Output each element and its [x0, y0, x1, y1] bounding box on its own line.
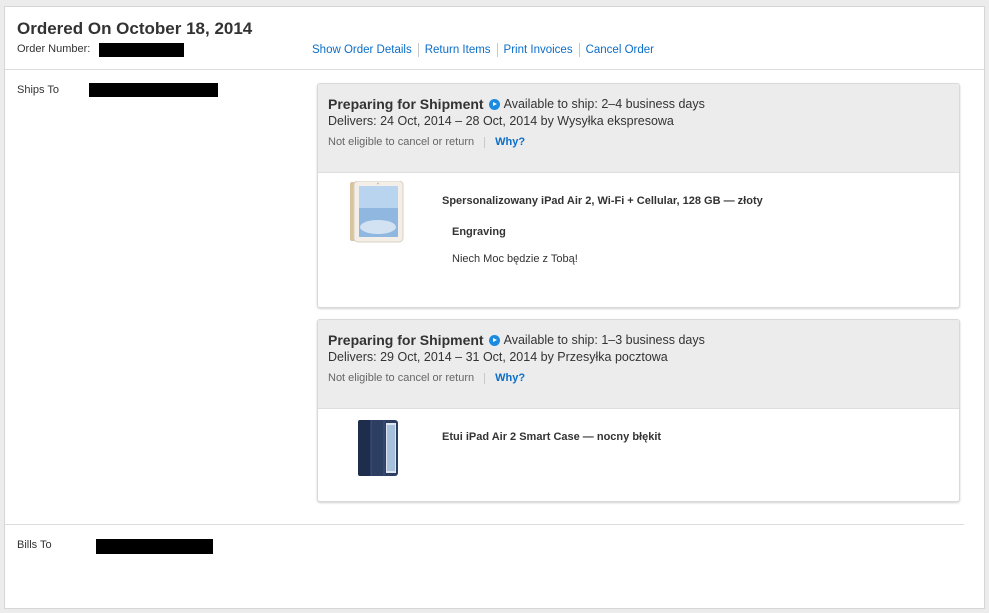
engraving-label: Engraving	[452, 226, 506, 238]
ships-to-label: Ships To	[17, 84, 59, 96]
item-name: Spersonalizowany iPad Air 2, Wi-Fi + Cel…	[442, 195, 763, 207]
eligibility-text: Not eligible to cancel or return	[328, 136, 475, 148]
order-title: Ordered On October 18, 2014	[17, 19, 253, 38]
engraving-text: Niech Moc będzie z Tobą!	[452, 253, 578, 265]
separator	[484, 136, 486, 148]
item-name: Etui iPad Air 2 Smart Case — nocny błęki…	[442, 431, 662, 443]
order-actions: Show Order Details Return Items Print In…	[312, 43, 660, 57]
bills-divider	[5, 524, 964, 525]
shipment-header: Preparing for Shipment Available to ship…	[318, 320, 959, 409]
shipment-status: Preparing for Shipment	[328, 96, 484, 112]
header-divider	[5, 69, 984, 70]
redacted-order-number	[99, 43, 184, 57]
shipment-item: Etui iPad Air 2 Smart Case — nocny błęki…	[318, 409, 959, 501]
shipment-item: Spersonalizowany iPad Air 2, Wi-Fi + Cel…	[318, 173, 959, 307]
redacted-billing-address	[96, 539, 213, 554]
availability-text: Available to ship: 1–3 business days	[503, 333, 705, 347]
return-items-link[interactable]: Return Items	[417, 43, 497, 57]
ipad-gold-image[interactable]	[350, 181, 406, 243]
order-panel: Ordered On October 18, 2014 Order Number…	[4, 6, 985, 609]
info-arrow-icon[interactable]	[488, 334, 500, 346]
bills-to-label: Bills To	[17, 539, 52, 551]
shipment-status: Preparing for Shipment	[328, 332, 484, 348]
cancel-order-link[interactable]: Cancel Order	[578, 43, 660, 57]
redacted-shipping-address	[89, 83, 218, 97]
info-arrow-icon[interactable]	[488, 98, 500, 110]
print-invoices-link[interactable]: Print Invoices	[496, 43, 579, 57]
shipment-card: Preparing for Shipment Available to ship…	[317, 319, 960, 502]
shipment-header: Preparing for Shipment Available to ship…	[318, 84, 959, 173]
shipment-card: Preparing for Shipment Available to ship…	[317, 83, 960, 308]
show-order-details-link[interactable]: Show Order Details	[312, 43, 418, 57]
delivery-estimate: Delivers: 29 Oct, 2014 – 31 Oct, 2014 by…	[328, 350, 668, 364]
separator	[484, 372, 486, 384]
eligibility-text: Not eligible to cancel or return	[328, 372, 475, 384]
availability-text: Available to ship: 2–4 business days	[503, 97, 705, 111]
delivery-estimate: Delivers: 24 Oct, 2014 – 28 Oct, 2014 by…	[328, 114, 674, 128]
smart-case-navy-image[interactable]	[356, 419, 400, 477]
why-link[interactable]: Why?	[495, 136, 525, 148]
why-link[interactable]: Why?	[495, 372, 525, 384]
order-number-label: Order Number:	[17, 43, 91, 55]
